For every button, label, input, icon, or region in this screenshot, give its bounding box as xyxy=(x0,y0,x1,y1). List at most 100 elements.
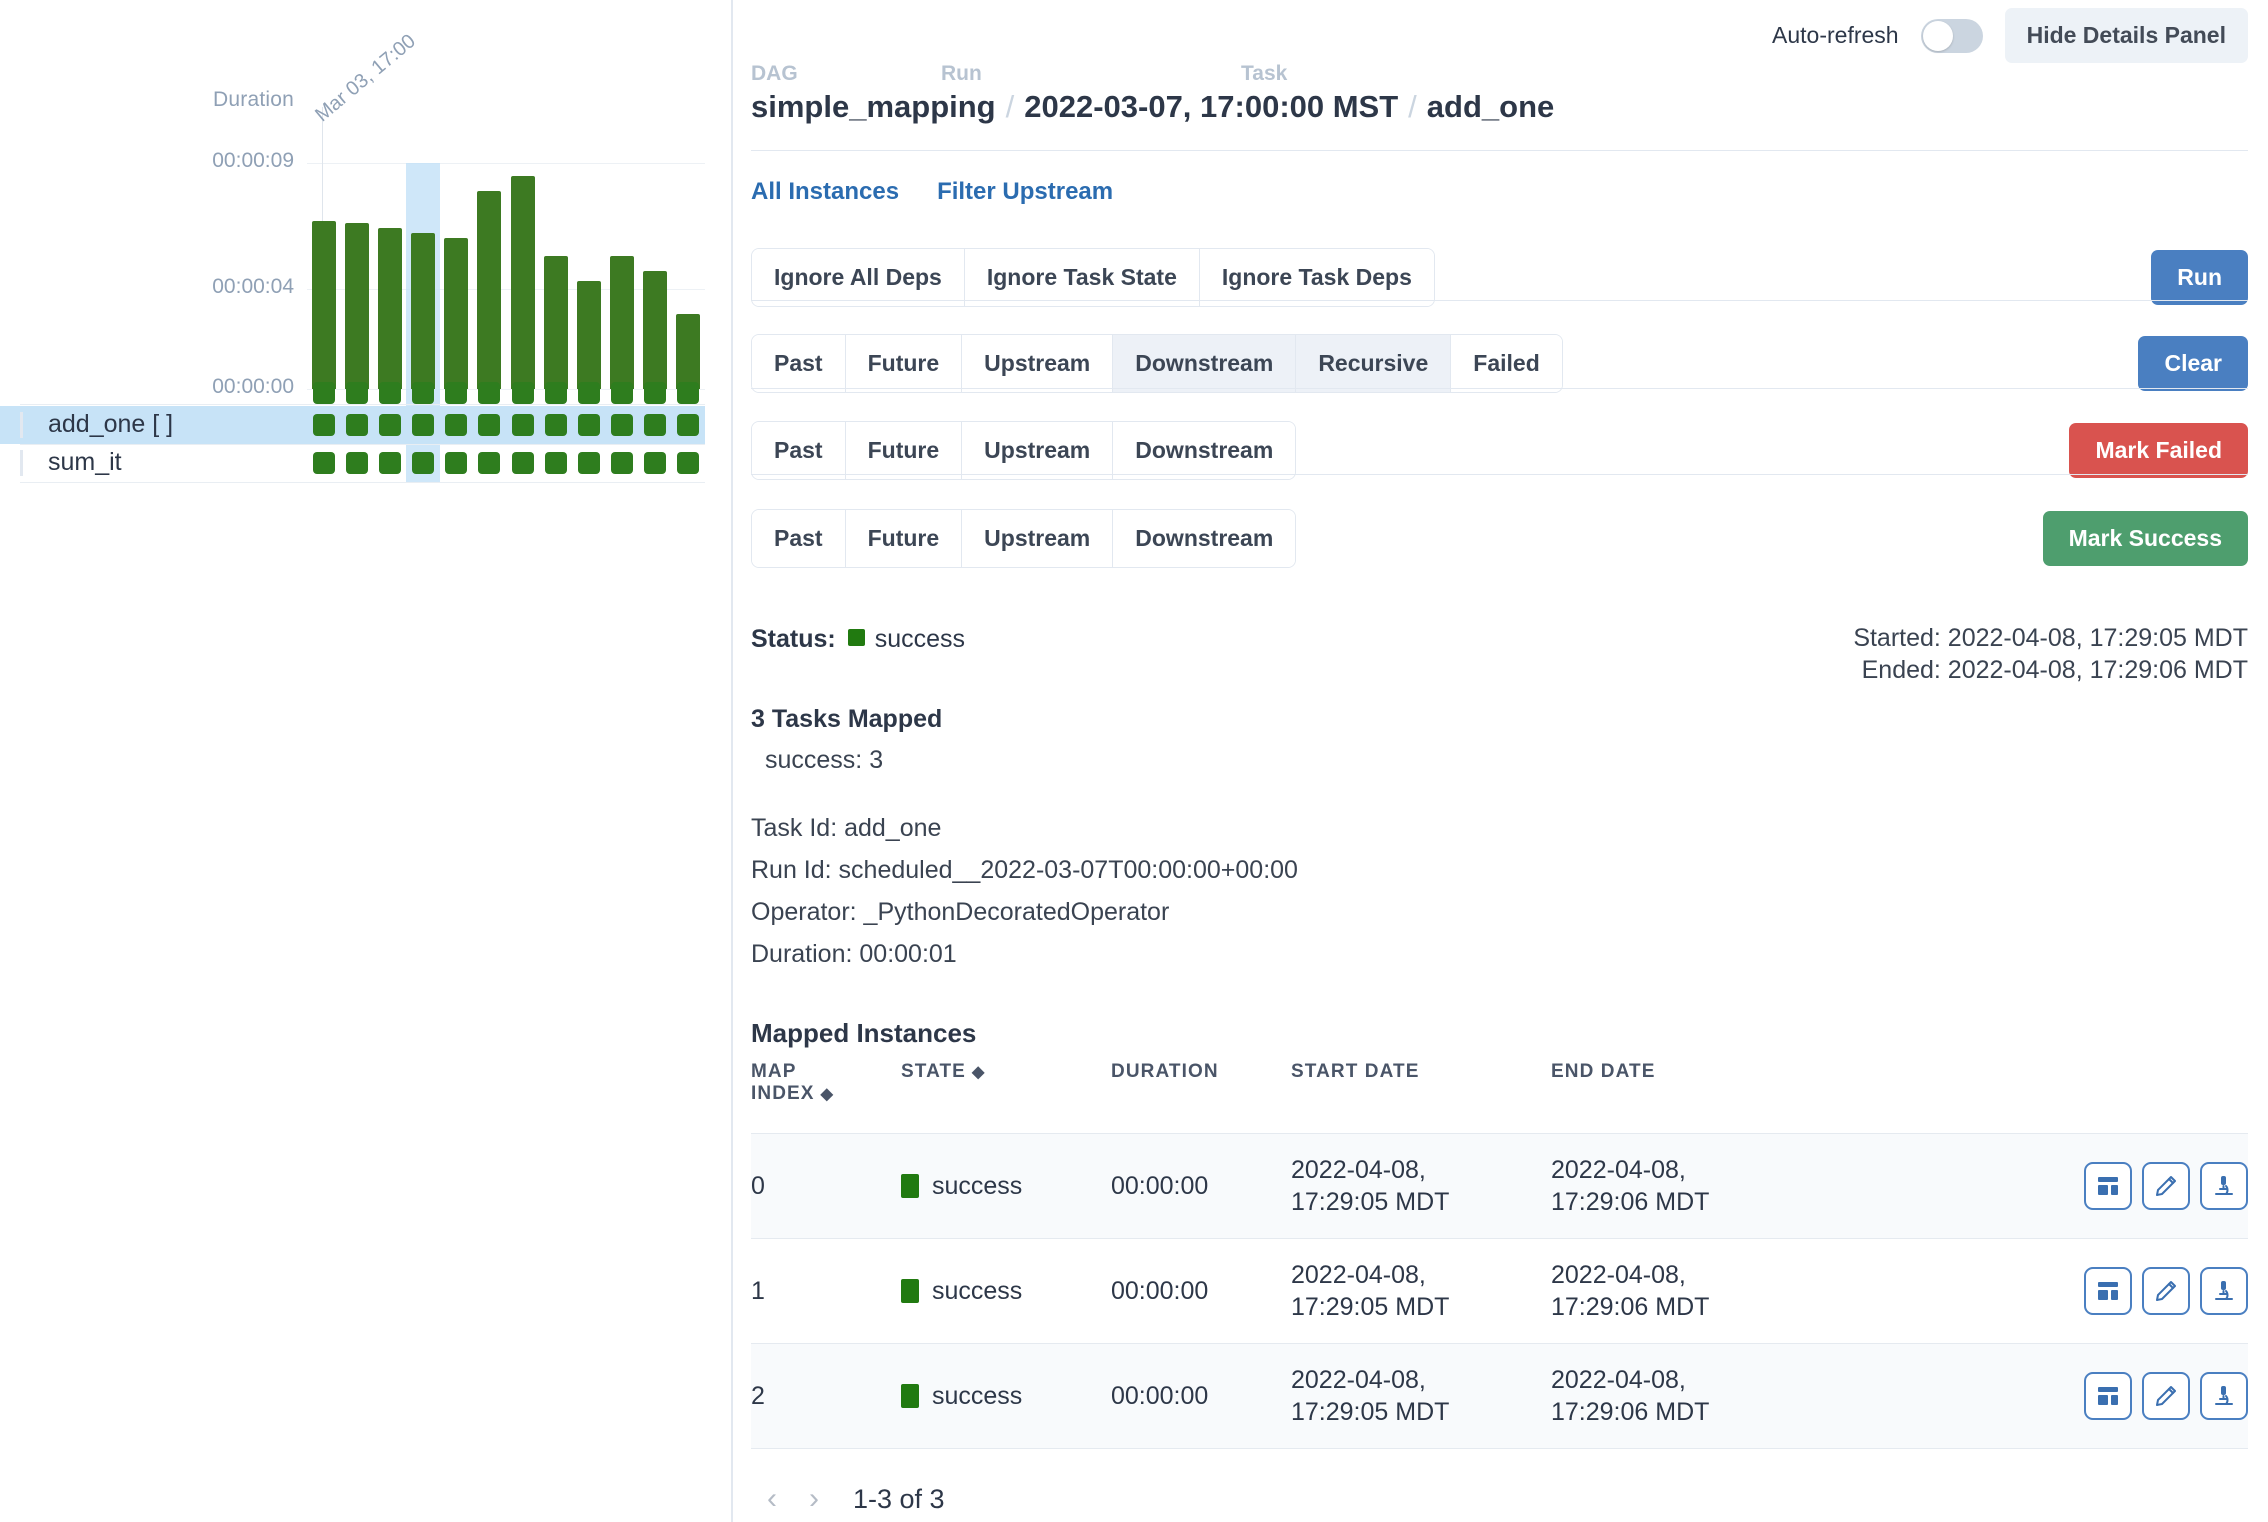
chart-bar[interactable] xyxy=(411,233,435,389)
grid-state-square[interactable] xyxy=(611,414,633,436)
grid-state-square[interactable] xyxy=(545,414,567,436)
grid-state-square[interactable] xyxy=(644,452,666,474)
grid-state-square[interactable] xyxy=(512,414,534,436)
chart-bar[interactable] xyxy=(676,314,700,389)
filter-toggle-recursive[interactable]: Recursive xyxy=(1296,335,1451,392)
breadcrumb-dag-value[interactable]: simple_mapping xyxy=(751,89,996,125)
column-state[interactable]: STATE◆ xyxy=(901,1055,1111,1134)
filter-toggle-ignore-task-state[interactable]: Ignore Task State xyxy=(965,249,1200,306)
grid-layout-button[interactable] xyxy=(2084,1162,2132,1210)
filter-toggle-future[interactable]: Future xyxy=(846,335,963,392)
grid-row-label[interactable]: sum_it xyxy=(48,448,122,477)
microscope-icon xyxy=(2212,1384,2236,1408)
chart-bar[interactable] xyxy=(643,271,667,389)
action-row-divider xyxy=(751,388,2248,389)
breadcrumb-task-value[interactable]: add_one xyxy=(1427,89,1554,125)
chart-bar[interactable] xyxy=(312,221,336,389)
filter-toggle-failed[interactable]: Failed xyxy=(1451,335,1561,392)
grid-state-square[interactable] xyxy=(379,414,401,436)
grid-dagrun-square[interactable] xyxy=(346,382,368,404)
grid-dagrun-square[interactable] xyxy=(445,382,467,404)
table-row[interactable]: 1success00:00:002022-04-08,17:29:05 MDT2… xyxy=(751,1239,2248,1344)
chart-bar[interactable] xyxy=(511,176,535,389)
microscope-button[interactable] xyxy=(2200,1162,2248,1210)
filter-toggle-upstream[interactable]: Upstream xyxy=(962,510,1113,567)
pencil-edit-button[interactable] xyxy=(2142,1162,2190,1210)
table-row[interactable]: 0success00:00:002022-04-08,17:29:05 MDT2… xyxy=(751,1134,2248,1239)
grid-state-square[interactable] xyxy=(611,452,633,474)
filter-toggle-ignore-all-deps[interactable]: Ignore All Deps xyxy=(752,249,965,306)
pencil-edit-button[interactable] xyxy=(2142,1372,2190,1420)
microscope-button[interactable] xyxy=(2200,1267,2248,1315)
grid-state-square[interactable] xyxy=(313,452,335,474)
grid-state-square[interactable] xyxy=(677,452,699,474)
filter-toggle-upstream[interactable]: Upstream xyxy=(962,422,1113,479)
tab-filter-upstream[interactable]: Filter Upstream xyxy=(937,178,1113,206)
grid-layout-button[interactable] xyxy=(2084,1267,2132,1315)
pagination-next-button[interactable]: › xyxy=(793,1482,835,1516)
filter-toggle-past[interactable]: Past xyxy=(752,335,846,392)
filter-toggle-past[interactable]: Past xyxy=(752,510,846,567)
chart-bar[interactable] xyxy=(444,238,468,389)
filter-toggle-future[interactable]: Future xyxy=(846,510,963,567)
grid-dagrun-square[interactable] xyxy=(512,382,534,404)
grid-dagrun-square[interactable] xyxy=(379,382,401,404)
grid-state-square[interactable] xyxy=(445,414,467,436)
chart-bar[interactable] xyxy=(345,223,369,389)
filter-toggle-ignore-task-deps[interactable]: Ignore Task Deps xyxy=(1200,249,1434,306)
grid-state-square[interactable] xyxy=(512,452,534,474)
run-button[interactable]: Run xyxy=(2151,250,2248,305)
grid-state-square[interactable] xyxy=(346,452,368,474)
grid-dagrun-square[interactable] xyxy=(478,382,500,404)
chart-bar[interactable] xyxy=(378,228,402,389)
grid-row-label[interactable]: add_one [ ] xyxy=(48,410,173,439)
filter-toggle-future[interactable]: Future xyxy=(846,422,963,479)
grid-state-square[interactable] xyxy=(412,414,434,436)
sort-icon[interactable]: ◆ xyxy=(972,1065,985,1081)
grid-state-square[interactable] xyxy=(644,414,666,436)
breadcrumb-run-value[interactable]: 2022-03-07, 17:00:00 MST xyxy=(1024,89,1398,125)
grid-state-square[interactable] xyxy=(379,452,401,474)
grid-dagrun-square[interactable] xyxy=(677,382,699,404)
chart-bar[interactable] xyxy=(477,191,501,389)
grid-state-square[interactable] xyxy=(478,452,500,474)
grid-dagrun-square[interactable] xyxy=(578,382,600,404)
grid-state-square[interactable] xyxy=(578,414,600,436)
column-map-index[interactable]: MAPINDEX◆ xyxy=(751,1055,901,1134)
sort-icon[interactable]: ◆ xyxy=(821,1087,834,1103)
chart-bar[interactable] xyxy=(577,281,601,389)
grid-dagrun-square[interactable] xyxy=(611,382,633,404)
grid-dagrun-square[interactable] xyxy=(313,382,335,404)
filter-toggle-downstream[interactable]: Downstream xyxy=(1113,335,1296,392)
grid-dagrun-square[interactable] xyxy=(412,382,434,404)
grid-state-square[interactable] xyxy=(313,414,335,436)
grid-state-square[interactable] xyxy=(578,452,600,474)
auto-refresh-toggle[interactable] xyxy=(1921,19,1983,53)
pencil-edit-button[interactable] xyxy=(2142,1267,2190,1315)
microscope-button[interactable] xyxy=(2200,1372,2248,1420)
filter-toggle-past[interactable]: Past xyxy=(752,422,846,479)
grid-state-square[interactable] xyxy=(346,414,368,436)
clear-button[interactable]: Clear xyxy=(2138,336,2248,391)
tab-all-instances[interactable]: All Instances xyxy=(751,178,899,206)
filter-toggle-downstream[interactable]: Downstream xyxy=(1113,422,1295,479)
filter-toggle-downstream[interactable]: Downstream xyxy=(1113,510,1295,567)
grid-top-separator xyxy=(20,404,705,405)
pencil-edit-icon xyxy=(2154,1279,2178,1303)
pagination-prev-button[interactable]: ‹ xyxy=(751,1482,793,1516)
grid-layout-button[interactable] xyxy=(2084,1372,2132,1420)
grid-dagrun-square[interactable] xyxy=(545,382,567,404)
mark-failed-button[interactable]: Mark Failed xyxy=(2069,423,2248,478)
table-row[interactable]: 2success00:00:002022-04-08,17:29:05 MDT2… xyxy=(751,1344,2248,1449)
grid-dagrun-square[interactable] xyxy=(644,382,666,404)
grid-state-square[interactable] xyxy=(445,452,467,474)
filter-toggle-upstream[interactable]: Upstream xyxy=(962,335,1113,392)
grid-state-square[interactable] xyxy=(412,452,434,474)
grid-state-square[interactable] xyxy=(545,452,567,474)
mark-success-button[interactable]: Mark Success xyxy=(2043,511,2248,566)
grid-state-square[interactable] xyxy=(478,414,500,436)
hide-details-panel-button[interactable]: Hide Details Panel xyxy=(2005,8,2248,63)
chart-bar[interactable] xyxy=(610,256,634,389)
grid-state-square[interactable] xyxy=(677,414,699,436)
chart-bar[interactable] xyxy=(544,256,568,389)
